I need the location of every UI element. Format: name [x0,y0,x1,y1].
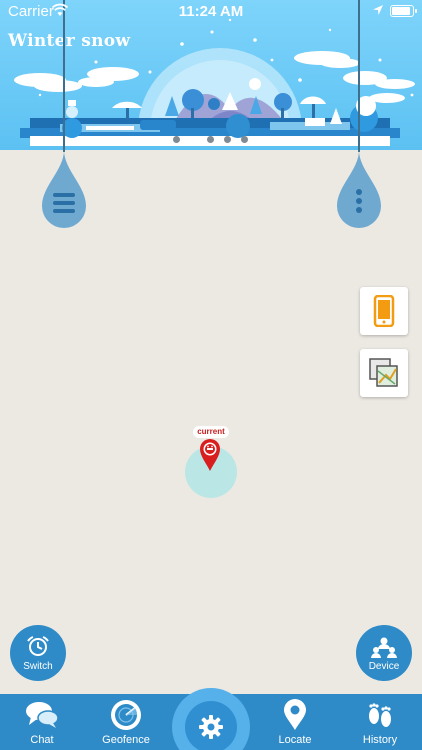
drop-string-right [358,0,360,152]
banner-title: Winter snow [8,31,131,51]
device-label: Device [368,660,400,672]
tab-locate-label: Locate [278,734,312,746]
switch-label: Switch [23,660,53,672]
drop-string-left [63,0,65,152]
status-bar: Carrier 11:24 AM [0,0,422,22]
status-time: 11:24 AM [178,3,244,20]
map-layers-icon [369,358,398,387]
carousel-dot-active[interactable] [190,136,197,143]
phone-icon [373,295,395,327]
map-layer-button[interactable] [360,349,408,397]
more-drop-button[interactable] [337,150,381,228]
tab-geofence-label: Geofence [102,734,150,746]
location-pin-icon [284,699,306,730]
watch-icon [27,635,49,656]
more-vertical-icon [356,189,362,213]
menu-icon [53,193,75,213]
carousel-dot[interactable] [224,136,231,143]
tab-chat-label: Chat [30,734,54,746]
gear-icon [199,715,223,739]
tab-locate[interactable]: Locate [253,694,337,750]
device-button[interactable]: Device [356,625,412,681]
tab-history[interactable]: History [338,694,422,750]
battery-icon [390,5,417,17]
menu-drop-button[interactable] [42,150,86,228]
location-pin-marker[interactable] [199,438,221,472]
tab-chat[interactable]: Chat [0,694,84,750]
carousel-dot[interactable] [241,136,248,143]
phone-locate-button[interactable] [360,287,408,335]
carousel-dots[interactable] [173,136,248,143]
chat-icon [26,702,59,728]
carousel-dot[interactable] [207,136,214,143]
radar-icon [111,700,141,730]
tab-history-label: History [362,734,398,746]
location-arrow-icon [373,5,383,15]
tab-geofence[interactable]: Geofence [84,694,168,750]
current-location-label: current [193,426,229,438]
carousel-dot[interactable] [173,136,180,143]
device-users-icon [371,637,397,658]
switch-button[interactable]: Switch [10,625,66,681]
footprints-icon [369,703,391,727]
